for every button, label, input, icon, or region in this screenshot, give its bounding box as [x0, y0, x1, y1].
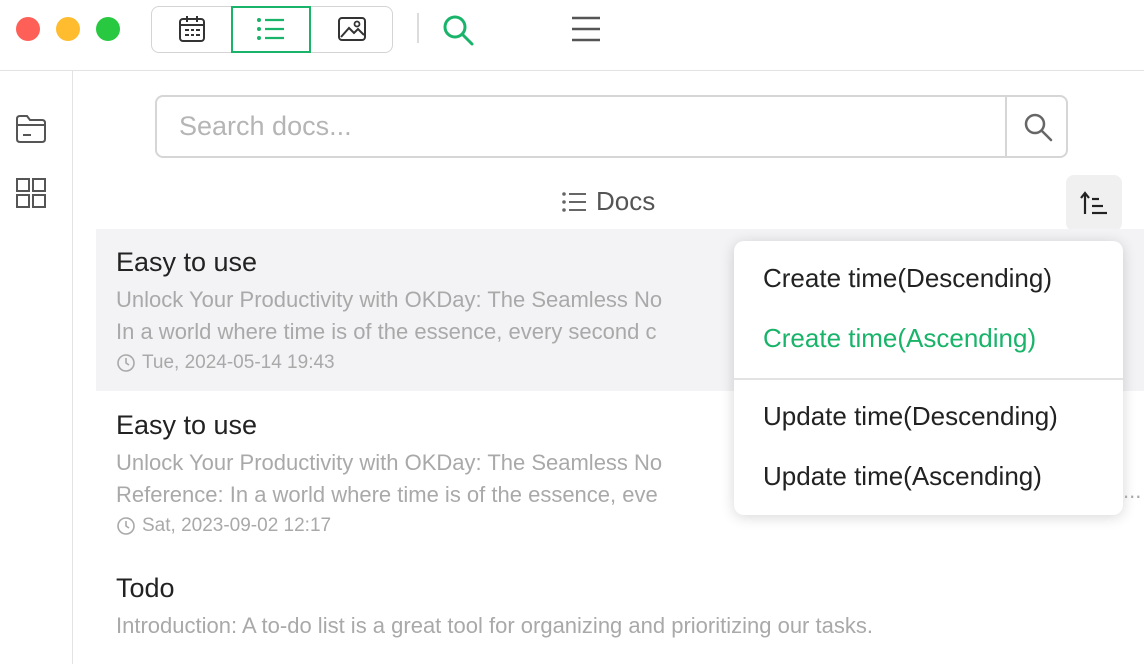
minimize-window-button[interactable] — [56, 17, 80, 41]
folder-icon — [16, 115, 46, 143]
search-submit-button[interactable] — [1005, 97, 1068, 156]
list-icon — [562, 191, 586, 212]
doc-list-item[interactable]: Todo Introduction: A to-do list is a gre… — [96, 555, 1144, 664]
clock-icon — [117, 354, 135, 372]
sort-option-create-asc[interactable]: Create time(Ascending) — [763, 323, 1036, 354]
search-bar — [155, 95, 1068, 158]
menu-divider — [734, 378, 1123, 380]
view-switcher — [151, 5, 393, 53]
docs-header: Docs — [560, 186, 655, 217]
sort-ascending-icon — [1080, 191, 1107, 215]
clock-icon — [117, 517, 135, 535]
sort-option-update-desc[interactable]: Update time(Descending) — [763, 401, 1058, 432]
list-view-button[interactable] — [231, 5, 311, 53]
gallery-view-button[interactable] — [312, 6, 392, 53]
top-toolbar — [0, 0, 1144, 71]
sidebar-folder-button[interactable] — [14, 113, 48, 150]
search-icon — [1024, 113, 1052, 141]
hamburger-menu-icon — [572, 16, 600, 42]
docs-title: Docs — [596, 186, 656, 216]
sidebar-grid-button[interactable] — [14, 176, 48, 215]
doc-title: Todo — [116, 573, 175, 603]
doc-preview-line: Introduction: A to-do list is a great to… — [116, 613, 873, 638]
menu-button[interactable] — [570, 14, 602, 49]
list-icon — [257, 18, 284, 40]
close-window-button[interactable] — [16, 17, 40, 41]
truncation-ellipsis: ... — [1123, 478, 1142, 503]
sort-option-update-asc[interactable]: Update time(Ascending) — [763, 461, 1042, 492]
image-icon — [338, 17, 366, 41]
doc-time-text: Sat, 2023-09-02 12:17 — [142, 515, 332, 536]
search-icon — [443, 15, 474, 46]
toolbar-search-button[interactable] — [440, 12, 476, 53]
doc-timestamp: Sat, 2023-09-02 12:17 — [116, 515, 1144, 537]
maximize-window-button[interactable] — [96, 17, 120, 41]
sort-dropdown-menu: Create time(Descending) Create time(Asce… — [734, 241, 1123, 515]
sort-button[interactable] — [1066, 175, 1122, 231]
calendar-icon — [179, 16, 205, 42]
grid-icon — [16, 178, 46, 208]
doc-time-text: Tue, 2024-05-14 19:43 — [142, 352, 335, 373]
search-input[interactable] — [157, 97, 1005, 156]
sort-option-create-desc[interactable]: Create time(Descending) — [763, 263, 1052, 294]
calendar-view-button[interactable] — [152, 6, 232, 53]
toolbar-divider — [417, 13, 419, 43]
sidebar — [0, 71, 73, 664]
